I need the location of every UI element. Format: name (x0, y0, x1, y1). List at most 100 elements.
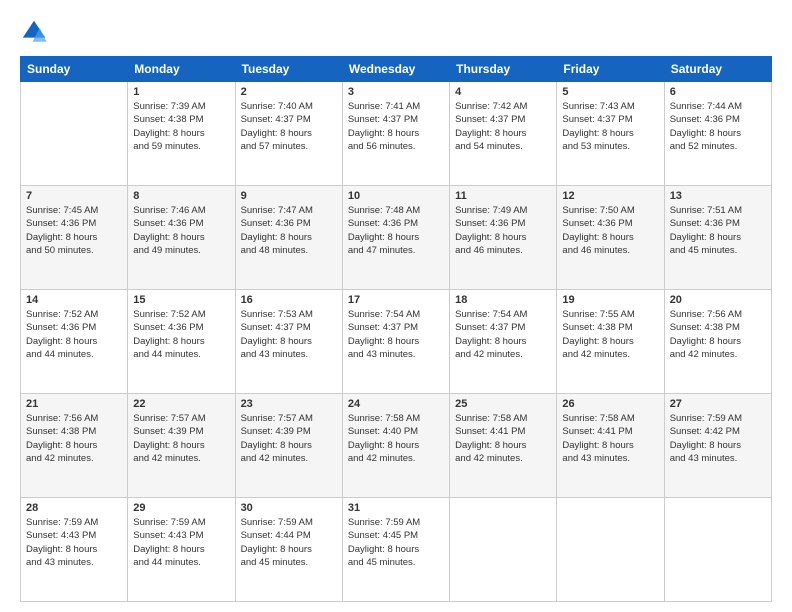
day-number: 7 (26, 190, 122, 202)
day-info: Sunrise: 7:55 AM Sunset: 4:38 PM Dayligh… (562, 308, 658, 361)
day-info: Sunrise: 7:59 AM Sunset: 4:45 PM Dayligh… (348, 516, 444, 569)
header (20, 18, 772, 46)
header-row: SundayMondayTuesdayWednesdayThursdayFrid… (21, 57, 772, 82)
day-number: 9 (241, 190, 337, 202)
day-info: Sunrise: 7:43 AM Sunset: 4:37 PM Dayligh… (562, 100, 658, 153)
day-cell: 29 Sunrise: 7:59 AM Sunset: 4:43 PM Dayli… (128, 498, 235, 602)
day-cell: 24 Sunrise: 7:58 AM Sunset: 4:40 PM Dayli… (342, 394, 449, 498)
day-number: 3 (348, 86, 444, 98)
day-number: 2 (241, 86, 337, 98)
day-number: 30 (241, 502, 337, 514)
day-number: 10 (348, 190, 444, 202)
day-cell: 11 Sunrise: 7:49 AM Sunset: 4:36 PM Dayli… (450, 186, 557, 290)
day-cell: 13 Sunrise: 7:51 AM Sunset: 4:36 PM Dayli… (664, 186, 771, 290)
day-cell: 7 Sunrise: 7:45 AM Sunset: 4:36 PM Daylig… (21, 186, 128, 290)
day-cell: 6Sunrise: 7:44 AM Sunset: 4:36 PM Daylig… (664, 82, 771, 186)
day-number: 8 (133, 190, 229, 202)
day-cell: 16 Sunrise: 7:53 AM Sunset: 4:37 PM Dayli… (235, 290, 342, 394)
header-day: Monday (128, 57, 235, 82)
day-info: Sunrise: 7:47 AM Sunset: 4:36 PM Dayligh… (241, 204, 337, 257)
day-info: Sunrise: 7:59 AM Sunset: 4:42 PM Dayligh… (670, 412, 766, 465)
day-number: 5 (562, 86, 658, 98)
day-number: 16 (241, 294, 337, 306)
day-number: 31 (348, 502, 444, 514)
day-cell (450, 498, 557, 602)
day-info: Sunrise: 7:54 AM Sunset: 4:37 PM Dayligh… (455, 308, 551, 361)
day-number: 28 (26, 502, 122, 514)
header-day: Tuesday (235, 57, 342, 82)
day-number: 25 (455, 398, 551, 410)
day-info: Sunrise: 7:57 AM Sunset: 4:39 PM Dayligh… (133, 412, 229, 465)
day-cell: 22 Sunrise: 7:57 AM Sunset: 4:39 PM Dayli… (128, 394, 235, 498)
day-cell: 4 Sunrise: 7:42 AM Sunset: 4:37 PM Daylig… (450, 82, 557, 186)
day-info: Sunrise: 7:54 AM Sunset: 4:37 PM Dayligh… (348, 308, 444, 361)
day-cell: 25 Sunrise: 7:58 AM Sunset: 4:41 PM Dayli… (450, 394, 557, 498)
day-cell: 17 Sunrise: 7:54 AM Sunset: 4:37 PM Dayli… (342, 290, 449, 394)
day-cell: 23Sunrise: 7:57 AM Sunset: 4:39 PM Dayli… (235, 394, 342, 498)
day-info: Sunrise: 7:40 AM Sunset: 4:37 PM Dayligh… (241, 100, 337, 153)
day-info: Sunrise: 7:42 AM Sunset: 4:37 PM Dayligh… (455, 100, 551, 153)
day-number: 20 (670, 294, 766, 306)
day-info: Sunrise: 7:58 AM Sunset: 4:41 PM Dayligh… (455, 412, 551, 465)
day-info: Sunrise: 7:49 AM Sunset: 4:36 PM Dayligh… (455, 204, 551, 257)
day-number: 19 (562, 294, 658, 306)
day-cell: 15Sunrise: 7:52 AM Sunset: 4:36 PM Dayli… (128, 290, 235, 394)
day-info: Sunrise: 7:52 AM Sunset: 4:36 PM Dayligh… (133, 308, 229, 361)
header-day: Friday (557, 57, 664, 82)
header-day: Thursday (450, 57, 557, 82)
calendar-table: SundayMondayTuesdayWednesdayThursdayFrid… (20, 56, 772, 602)
day-info: Sunrise: 7:59 AM Sunset: 4:43 PM Dayligh… (133, 516, 229, 569)
day-info: Sunrise: 7:45 AM Sunset: 4:36 PM Dayligh… (26, 204, 122, 257)
day-cell (557, 498, 664, 602)
day-cell: 27 Sunrise: 7:59 AM Sunset: 4:42 PM Dayli… (664, 394, 771, 498)
day-info: Sunrise: 7:50 AM Sunset: 4:36 PM Dayligh… (562, 204, 658, 257)
day-number: 4 (455, 86, 551, 98)
day-number: 6 (670, 86, 766, 98)
day-info: Sunrise: 7:53 AM Sunset: 4:37 PM Dayligh… (241, 308, 337, 361)
day-number: 27 (670, 398, 766, 410)
day-number: 1 (133, 86, 229, 98)
day-number: 24 (348, 398, 444, 410)
day-info: Sunrise: 7:58 AM Sunset: 4:41 PM Dayligh… (562, 412, 658, 465)
day-cell: 21 Sunrise: 7:56 AM Sunset: 4:38 PM Dayli… (21, 394, 128, 498)
day-info: Sunrise: 7:59 AM Sunset: 4:43 PM Dayligh… (26, 516, 122, 569)
day-cell (664, 498, 771, 602)
day-cell: 5 Sunrise: 7:43 AM Sunset: 4:37 PM Daylig… (557, 82, 664, 186)
day-info: Sunrise: 7:39 AM Sunset: 4:38 PM Dayligh… (133, 100, 229, 153)
day-number: 18 (455, 294, 551, 306)
day-info: Sunrise: 7:52 AM Sunset: 4:36 PM Dayligh… (26, 308, 122, 361)
day-info: Sunrise: 7:51 AM Sunset: 4:36 PM Dayligh… (670, 204, 766, 257)
header-day: Wednesday (342, 57, 449, 82)
day-number: 13 (670, 190, 766, 202)
day-info: Sunrise: 7:56 AM Sunset: 4:38 PM Dayligh… (26, 412, 122, 465)
day-cell: 2 Sunrise: 7:40 AM Sunset: 4:37 PM Daylig… (235, 82, 342, 186)
day-number: 11 (455, 190, 551, 202)
day-number: 21 (26, 398, 122, 410)
day-number: 12 (562, 190, 658, 202)
day-cell: 12 Sunrise: 7:50 AM Sunset: 4:36 PM Dayli… (557, 186, 664, 290)
day-cell (21, 82, 128, 186)
day-cell: 14 Sunrise: 7:52 AM Sunset: 4:36 PM Dayli… (21, 290, 128, 394)
logo (20, 18, 50, 46)
week-row: 7 Sunrise: 7:45 AM Sunset: 4:36 PM Daylig… (21, 186, 772, 290)
day-number: 29 (133, 502, 229, 514)
week-row: 21 Sunrise: 7:56 AM Sunset: 4:38 PM Dayli… (21, 394, 772, 498)
logo-icon (20, 18, 48, 46)
week-row: 14 Sunrise: 7:52 AM Sunset: 4:36 PM Dayli… (21, 290, 772, 394)
day-number: 17 (348, 294, 444, 306)
page: SundayMondayTuesdayWednesdayThursdayFrid… (0, 0, 792, 612)
day-cell: 8 Sunrise: 7:46 AM Sunset: 4:36 PM Daylig… (128, 186, 235, 290)
day-cell: 31 Sunrise: 7:59 AM Sunset: 4:45 PM Dayli… (342, 498, 449, 602)
header-day: Saturday (664, 57, 771, 82)
day-cell: 18 Sunrise: 7:54 AM Sunset: 4:37 PM Dayli… (450, 290, 557, 394)
day-cell: 19 Sunrise: 7:55 AM Sunset: 4:38 PM Dayli… (557, 290, 664, 394)
day-info: Sunrise: 7:46 AM Sunset: 4:36 PM Dayligh… (133, 204, 229, 257)
day-number: 26 (562, 398, 658, 410)
header-day: Sunday (21, 57, 128, 82)
week-row: 28 Sunrise: 7:59 AM Sunset: 4:43 PM Dayli… (21, 498, 772, 602)
day-number: 22 (133, 398, 229, 410)
day-info: Sunrise: 7:58 AM Sunset: 4:40 PM Dayligh… (348, 412, 444, 465)
day-info: Sunrise: 7:41 AM Sunset: 4:37 PM Dayligh… (348, 100, 444, 153)
day-number: 14 (26, 294, 122, 306)
day-cell: 10Sunrise: 7:48 AM Sunset: 4:36 PM Dayli… (342, 186, 449, 290)
